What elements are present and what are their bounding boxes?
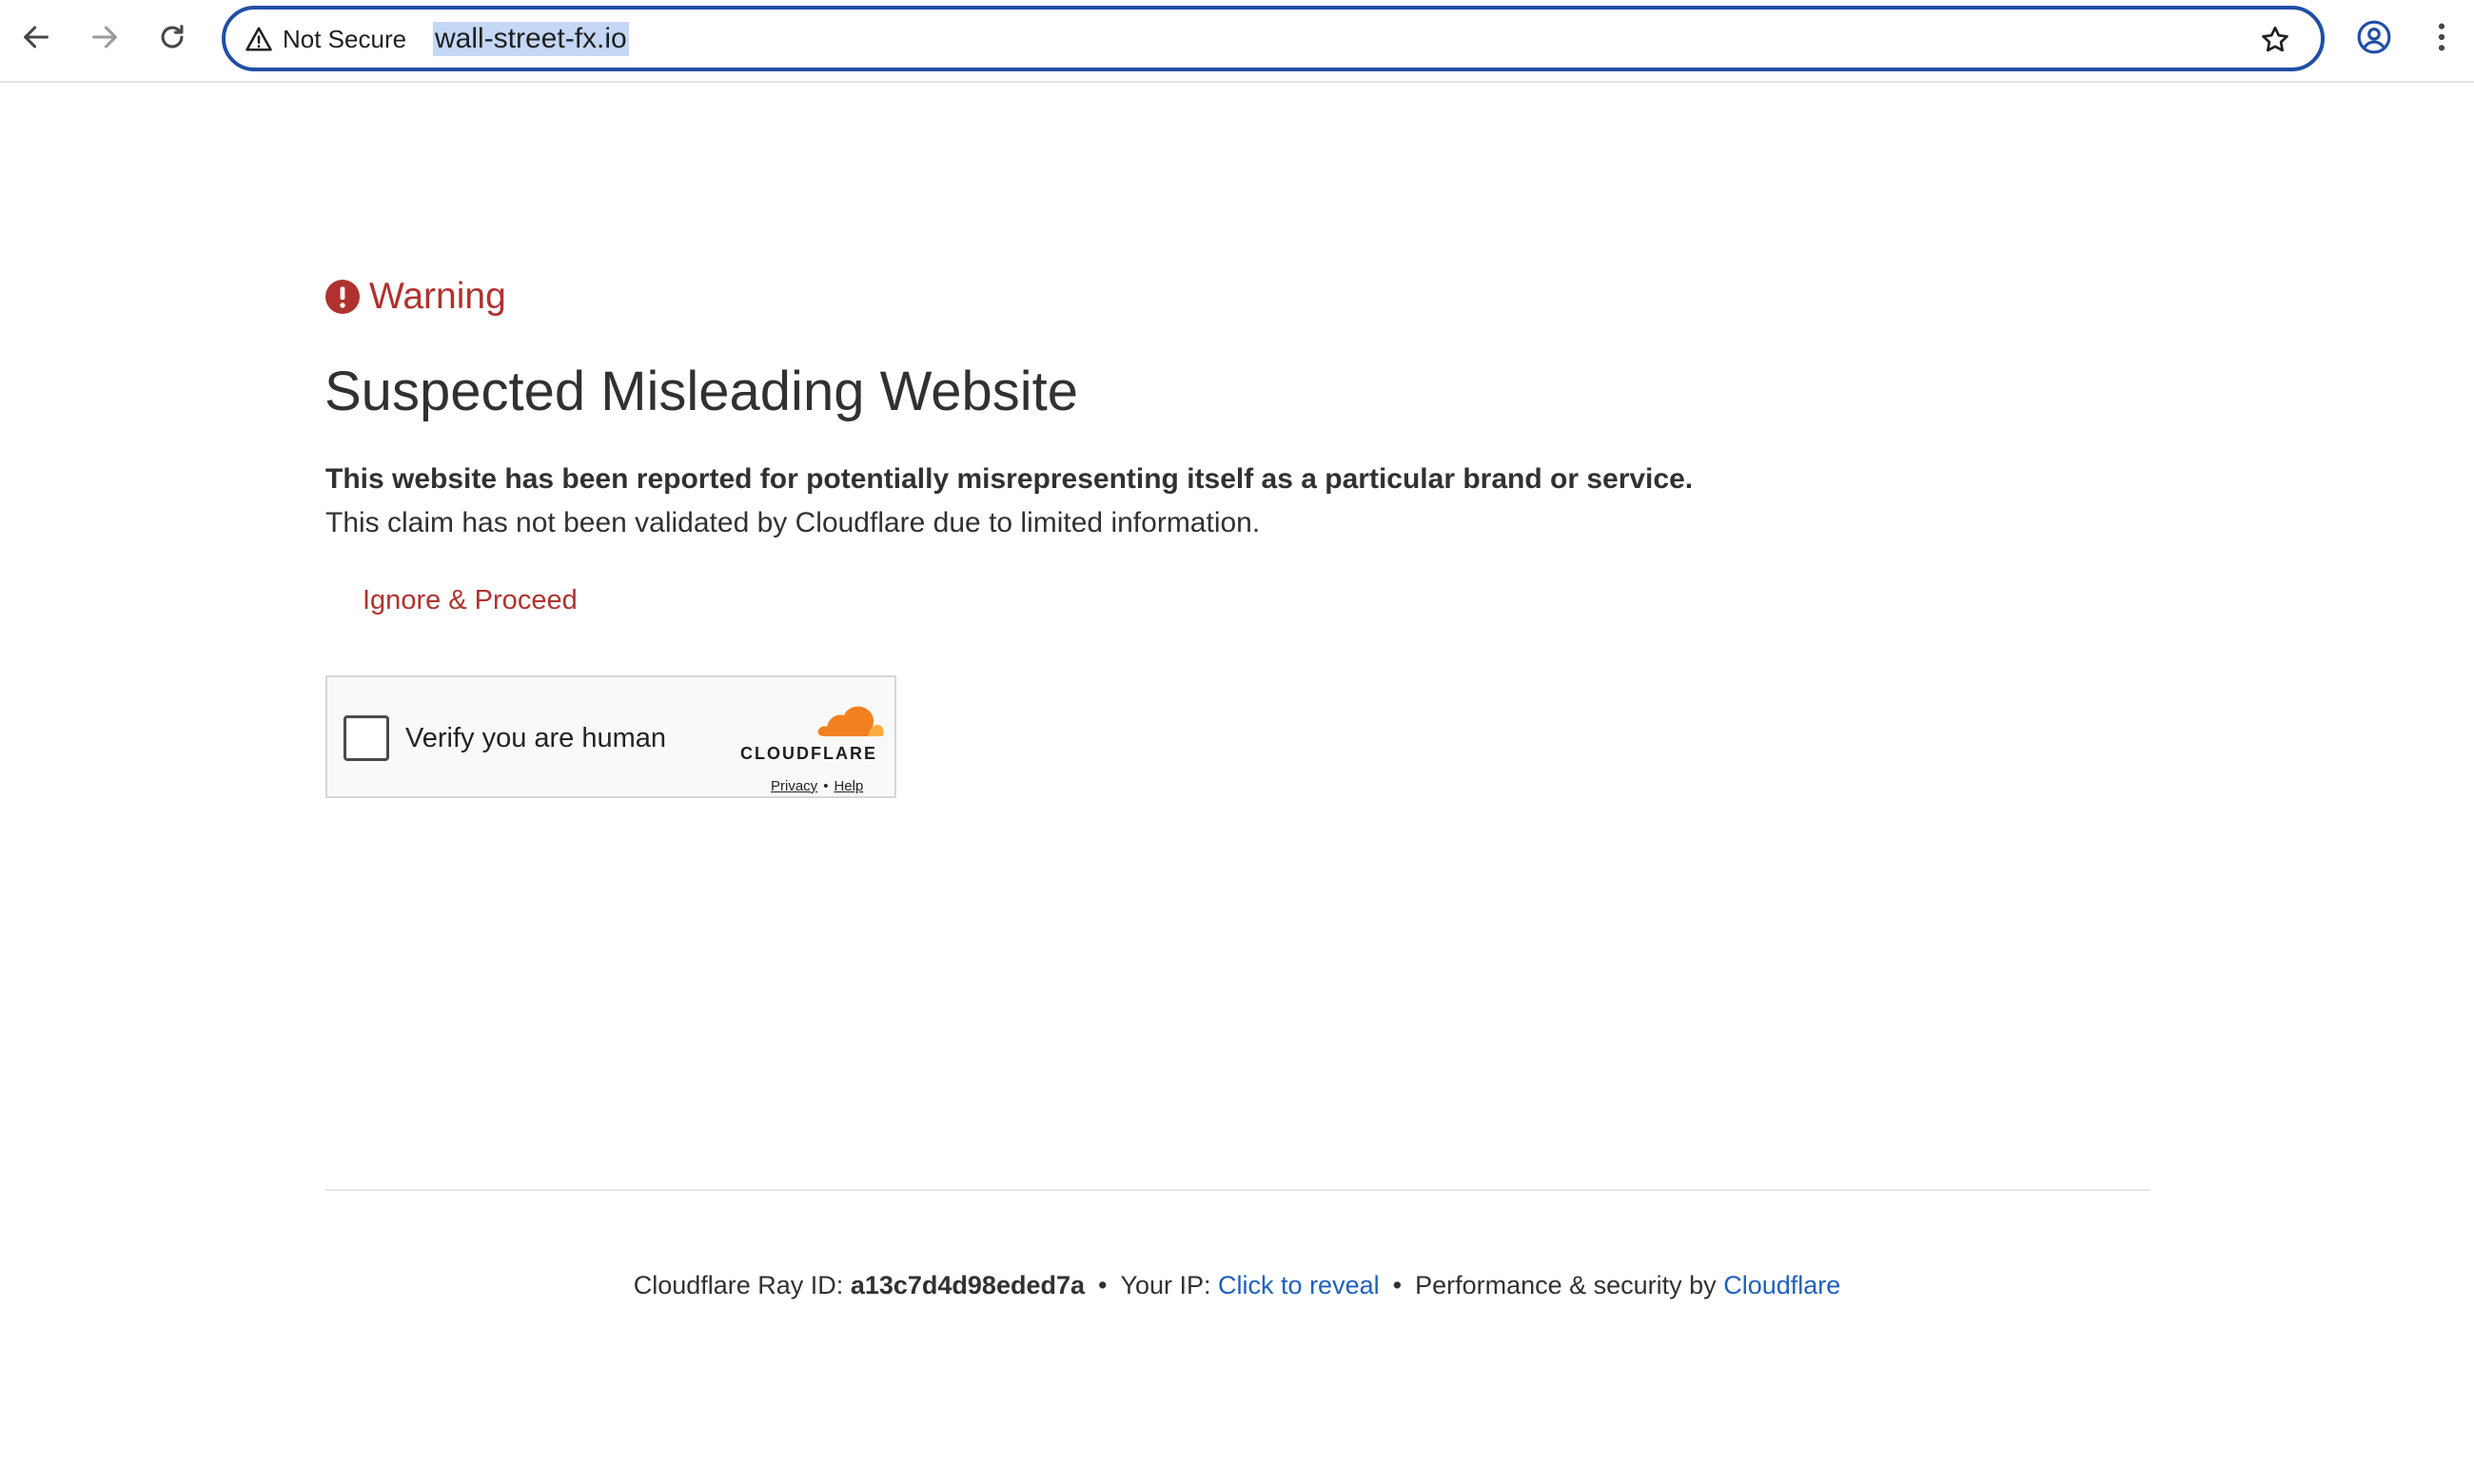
reload-icon <box>161 25 184 49</box>
cloudflare-wordmark: CLOUDFLARE <box>740 744 877 763</box>
bookmark-button[interactable] <box>2256 21 2294 59</box>
profile-button[interactable] <box>2352 15 2396 59</box>
performance-label: Performance & security by <box>1415 1271 1717 1299</box>
ip-label: Your IP: <box>1120 1271 1211 1299</box>
warning-triangle-icon <box>245 27 272 51</box>
page-title: Suspected Misleading Website <box>324 361 1079 422</box>
browser-toolbar: Not Secure wall-street-fx.io <box>0 0 2474 83</box>
security-indicator[interactable]: Not Secure <box>245 19 406 59</box>
forward-button[interactable] <box>83 15 127 59</box>
warning-heading: Warning <box>325 276 506 318</box>
browser-menu-button[interactable] <box>2425 15 2459 59</box>
footer: Cloudflare Ray ID: a13c7d4d98eded7a • Your… <box>0 1271 2474 1300</box>
arrow-right-icon <box>92 26 117 49</box>
description-bold: This website has been reported for poten… <box>325 463 1694 495</box>
ray-id-label: Cloudflare Ray ID: <box>633 1271 844 1299</box>
turnstile-links: Privacy • Help <box>771 778 863 794</box>
warning-label: Warning <box>369 276 506 317</box>
footer-separator: • <box>1098 1271 1108 1299</box>
links-separator: • <box>823 778 829 794</box>
url-text[interactable]: wall-street-fx.io <box>433 22 629 56</box>
back-button[interactable] <box>14 15 58 59</box>
footer-divider <box>325 1189 2150 1191</box>
address-bar[interactable]: Not Secure wall-street-fx.io <box>222 6 2325 71</box>
cloudflare-cloud-icon <box>817 706 884 736</box>
footer-separator: • <box>1392 1271 1403 1299</box>
reveal-ip-link[interactable]: Click to reveal <box>1218 1271 1380 1299</box>
reload-button[interactable] <box>150 15 194 59</box>
exclamation-circle-icon <box>325 280 360 314</box>
privacy-link[interactable]: Privacy <box>771 778 817 794</box>
help-link[interactable]: Help <box>834 778 863 794</box>
ignore-proceed-link[interactable]: Ignore & Proceed <box>363 585 578 616</box>
cloudflare-link[interactable]: Cloudflare <box>1723 1271 1840 1299</box>
verify-label[interactable]: Verify you are human <box>405 723 666 754</box>
turnstile-widget: Verify you are human CLOUDFLARE Privacy •… <box>325 675 896 798</box>
profile-icon <box>2357 20 2391 54</box>
star-icon <box>2262 26 2288 52</box>
security-label: Not Secure <box>283 24 407 53</box>
description: This claim has not been validated by Clo… <box>325 507 1261 538</box>
verify-checkbox[interactable] <box>344 715 389 761</box>
kebab-menu-icon <box>2438 23 2445 51</box>
ray-id-value: a13c7d4d98eded7a <box>850 1271 1085 1299</box>
arrow-left-icon <box>24 26 49 49</box>
